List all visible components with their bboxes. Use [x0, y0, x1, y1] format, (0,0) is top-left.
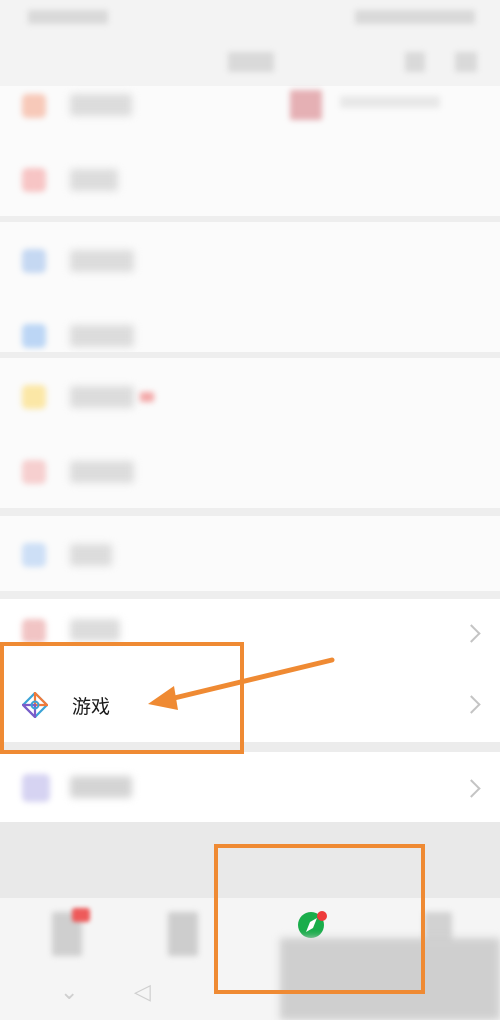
page-title — [228, 52, 274, 72]
chevron-right-icon — [462, 695, 481, 714]
chevron-right-icon — [462, 779, 481, 798]
tab-contacts[interactable] — [168, 912, 198, 956]
list-item[interactable] — [0, 222, 500, 297]
list-item[interactable] — [0, 86, 500, 141]
more-icon[interactable] — [455, 52, 477, 72]
nav-back-icon[interactable]: ◁ — [134, 980, 151, 1005]
list-item[interactable] — [0, 516, 500, 591]
list-item[interactable] — [0, 141, 500, 216]
chevron-right-icon — [462, 624, 481, 643]
status-bar — [0, 0, 500, 34]
list-item[interactable] — [0, 752, 500, 822]
highlight-box — [214, 844, 425, 994]
nav-down-icon[interactable]: ⌄ — [60, 980, 78, 1005]
list-item[interactable] — [0, 433, 500, 508]
search-icon[interactable] — [405, 52, 425, 72]
highlight-box — [0, 642, 244, 754]
list-item[interactable] — [0, 358, 500, 433]
badge — [72, 908, 90, 922]
title-bar — [0, 34, 500, 86]
